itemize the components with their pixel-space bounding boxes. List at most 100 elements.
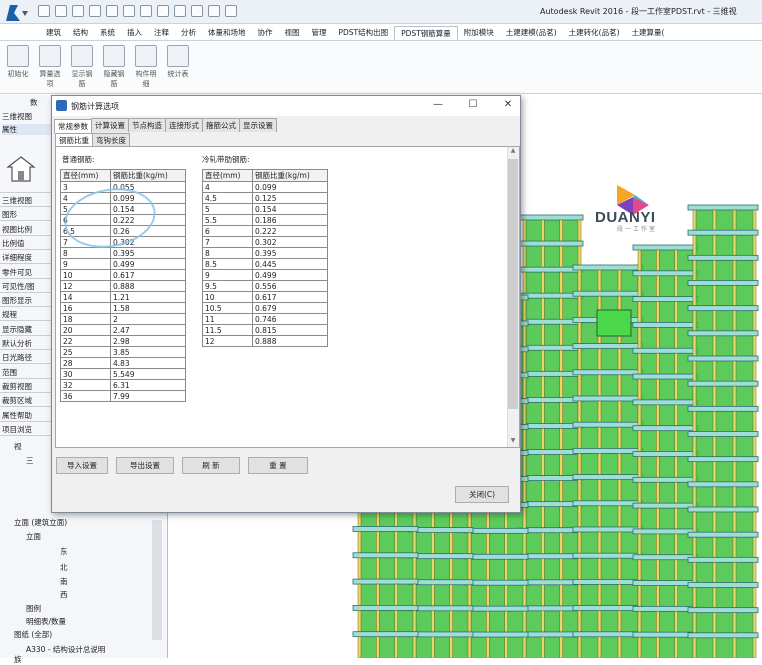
weight-cell[interactable]: 0.556 [252,280,328,292]
dialog-title-bar[interactable]: 钢筋计算选项 — ☐ ✕ [52,96,520,116]
diameter-cell[interactable]: 11 [202,313,253,325]
browser-tree-item[interactable]: 明细表/数量 [26,616,66,627]
browser-tree-item[interactable]: 族 [14,654,22,665]
diameter-cell[interactable]: 11.5 [202,324,253,336]
diameter-cell[interactable]: 25 [60,346,111,358]
ribbon-tab[interactable]: 体量和场地 [202,26,252,40]
hide-rebar-button[interactable]: 隐藏钢筋 [102,45,126,89]
table-row[interactable]: 20 2.47 [60,324,186,336]
thin-lines-icon[interactable] [191,5,203,17]
weight-cell[interactable]: 5.549 [110,368,186,380]
weight-cell[interactable]: 4.83 [110,357,186,369]
export-settings-button[interactable]: 导出设置 [116,457,174,474]
property-row[interactable]: 图形 [2,209,17,220]
weight-cell[interactable]: 2.47 [110,324,186,336]
table-row[interactable]: 9 0.499 [202,269,328,281]
weight-cell[interactable]: 0.888 [110,280,186,292]
table-row[interactable]: 16 1.58 [60,302,186,314]
table-row[interactable]: 6 0.222 [202,225,328,237]
property-row[interactable]: 三维视图 [2,195,32,206]
browser-tree-item[interactable]: 西 [60,589,68,600]
weight-cell[interactable]: 0.222 [252,225,328,237]
table-row[interactable]: 4 0.099 [202,181,328,193]
diameter-cell[interactable]: 9.5 [202,280,253,292]
browser-tree-item[interactable]: 图纸 (全部) [14,629,52,640]
ribbon-tab[interactable]: 注释 [148,26,175,40]
weight-cell[interactable]: 0.154 [252,203,328,215]
browser-tree-item[interactable]: 视 [14,441,22,452]
close-windows-icon[interactable] [208,5,220,17]
ribbon-tab[interactable]: 插入 [121,26,148,40]
table-row[interactable]: 12 0.888 [60,280,186,292]
print-icon[interactable] [106,5,118,17]
table-row[interactable]: 36 7.99 [60,390,186,402]
table-row[interactable]: 11 0.746 [202,313,328,325]
diameter-cell[interactable]: 8.5 [202,258,253,270]
close-window-button[interactable]: ✕ [498,98,518,113]
diameter-cell[interactable]: 5 [202,203,253,215]
text-icon[interactable] [140,5,152,17]
revit-logo-icon[interactable] [4,3,30,23]
3d-view-icon[interactable] [157,5,169,17]
weight-cell[interactable]: 0.302 [252,236,328,248]
init-button[interactable]: 初始化 [6,45,30,79]
ribbon-tab[interactable]: 建筑 [40,26,67,40]
property-row[interactable]: 图形显示 [2,295,32,306]
dialog-tab[interactable]: 常规参数 [54,119,92,133]
table-row[interactable]: 30 5.549 [60,368,186,380]
browser-tree-item[interactable]: 图例 [26,603,41,614]
diameter-cell[interactable]: 10 [202,291,253,303]
dialog-subtab[interactable]: 弯钩长度 [92,133,130,147]
browser-tree-item[interactable]: 北 [60,562,68,573]
redo-icon[interactable] [89,5,101,17]
minimize-button[interactable]: — [428,98,448,113]
table-row[interactable]: 5.5 0.186 [202,214,328,226]
weight-cell[interactable]: 1.58 [110,302,186,314]
table-row[interactable]: 9.5 0.556 [202,280,328,292]
cold-rolled-rebar-table[interactable]: 直径(mm) 钢筋比重(kg/m) 4 0.099 4.5 0.125 5 0.154 5.… [202,169,328,347]
diameter-cell[interactable]: 9 [60,258,111,270]
weight-cell[interactable]: 1.21 [110,291,186,303]
dialog-tab[interactable]: 显示设置 [239,118,277,132]
diameter-cell[interactable]: 8 [202,247,253,259]
ribbon-tab[interactable]: 附加模块 [458,26,500,40]
measure-icon[interactable] [123,5,135,17]
weight-cell[interactable]: 0.815 [252,324,328,336]
property-row[interactable]: 裁剪区域 [2,395,32,406]
close-button[interactable]: 关闭(C) [455,486,509,503]
diameter-cell[interactable]: 36 [60,390,111,402]
calc-options-button[interactable]: 算量选项 [38,45,62,89]
property-row[interactable]: 零件可见 [2,267,32,278]
property-row[interactable]: 默认分析 [2,338,32,349]
weight-cell[interactable]: 3.85 [110,346,186,358]
switch-windows-icon[interactable] [225,5,237,17]
browser-tree-item[interactable]: 立面 [26,531,41,542]
diameter-cell[interactable]: 10 [60,269,111,281]
dialog-tab[interactable]: 节点构造 [128,118,166,132]
diameter-cell[interactable]: 10.5 [202,302,253,314]
diameter-cell[interactable]: 28 [60,357,111,369]
open-icon[interactable] [38,5,50,17]
weight-cell[interactable]: 0.679 [252,302,328,314]
weight-cell[interactable]: 2 [110,313,186,325]
scrollbar-thumb[interactable] [508,159,518,409]
table-row[interactable]: 32 6.31 [60,379,186,391]
diameter-cell[interactable]: 4 [202,181,253,193]
weight-cell[interactable]: 2.98 [110,335,186,347]
panel-scrollbar[interactable] [152,520,162,640]
weight-cell[interactable]: 0.395 [110,247,186,259]
table-row[interactable]: 8 0.395 [60,247,186,259]
property-row[interactable]: 属性帮助 [2,410,32,421]
scroll-up-icon[interactable]: ▲ [507,147,519,157]
browser-tree-item[interactable]: A330 - 结构设计总说明 [26,644,105,655]
diameter-cell[interactable]: 5.5 [202,214,253,226]
diameter-cell[interactable]: 22 [60,335,111,347]
weight-cell[interactable]: 0.499 [110,258,186,270]
ribbon-tab[interactable]: 结构 [67,26,94,40]
diameter-cell[interactable]: 7 [202,236,253,248]
weight-cell[interactable]: 0.099 [252,181,328,193]
diameter-cell[interactable]: 4.5 [202,192,253,204]
save-icon[interactable] [55,5,67,17]
refresh-button[interactable]: 刷 新 [182,457,240,474]
table-row[interactable]: 12 0.888 [202,335,328,347]
